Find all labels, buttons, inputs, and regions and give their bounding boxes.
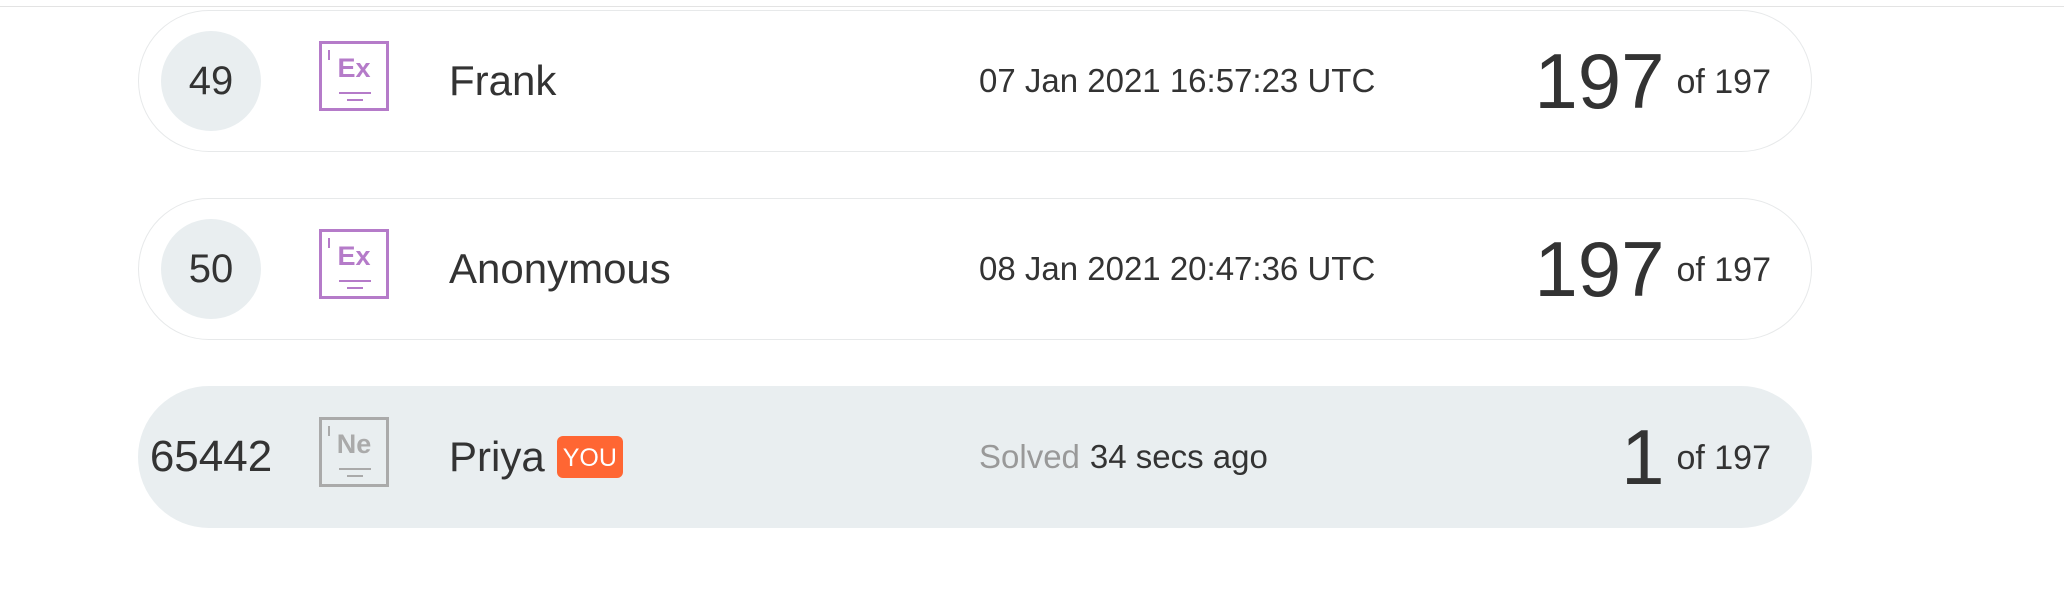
solved-time-text: 34 secs ago bbox=[1089, 438, 1268, 475]
solved-count: 1 bbox=[1621, 413, 1665, 501]
badge-line bbox=[347, 99, 363, 101]
solved-time-text: 07 Jan 2021 16:57:23 UTC bbox=[979, 62, 1376, 99]
rank-number: 49 bbox=[161, 31, 261, 131]
you-badge: YOU bbox=[556, 436, 623, 478]
solved-time: 07 Jan 2021 16:57:23 UTC bbox=[979, 11, 1375, 151]
rank-number: 50 bbox=[161, 219, 261, 319]
badge-line bbox=[339, 468, 371, 470]
score: 197 of 197 bbox=[1534, 199, 1771, 339]
user-name-text[interactable]: Anonymous bbox=[449, 245, 671, 293]
badge-line bbox=[347, 475, 363, 477]
user-name[interactable]: Anonymous bbox=[449, 199, 671, 339]
leaderboard-row[interactable]: 50 Ex Anonymous 08 Jan 2021 20:47:36 UTC… bbox=[138, 198, 1812, 340]
leaderboard-row[interactable]: 49 Ex Frank 07 Jan 2021 16:57:23 UTC 197… bbox=[138, 10, 1812, 152]
current-user-row[interactable]: 65442 Ne Priya YOU Solved 34 secs ago 1 … bbox=[138, 386, 1812, 528]
total-count: of 197 bbox=[1676, 438, 1771, 477]
user-name-text[interactable]: Frank bbox=[449, 57, 556, 105]
user-name[interactable]: Priya YOU bbox=[449, 387, 623, 527]
leaderboard: 49 Ex Frank 07 Jan 2021 16:57:23 UTC 197… bbox=[138, 10, 1812, 574]
solved-time-text: 08 Jan 2021 20:47:36 UTC bbox=[979, 250, 1376, 287]
solved-label: Solved bbox=[979, 438, 1080, 475]
solved-count: 197 bbox=[1534, 225, 1665, 313]
solved-time: 08 Jan 2021 20:47:36 UTC bbox=[979, 199, 1375, 339]
level-badge-icon: Ex bbox=[319, 41, 389, 111]
badge-line bbox=[339, 92, 371, 94]
user-name[interactable]: Frank bbox=[449, 11, 556, 151]
badge-symbol: Ex bbox=[337, 241, 371, 271]
top-divider bbox=[0, 6, 2064, 7]
badge-line bbox=[347, 287, 363, 289]
total-count: of 197 bbox=[1676, 62, 1771, 101]
user-name-text[interactable]: Priya bbox=[449, 433, 545, 481]
badge-symbol: Ne bbox=[336, 429, 372, 459]
solved-count: 197 bbox=[1534, 37, 1665, 125]
score: 197 of 197 bbox=[1534, 11, 1771, 151]
score: 1 of 197 bbox=[1621, 387, 1771, 527]
rank-number: 65442 bbox=[149, 432, 273, 481]
total-count: of 197 bbox=[1676, 250, 1771, 289]
badge-line bbox=[339, 280, 371, 282]
badge-symbol: Ex bbox=[337, 53, 371, 83]
level-badge-icon: Ne bbox=[319, 417, 389, 487]
solved-time: Solved 34 secs ago bbox=[979, 387, 1268, 527]
level-badge-icon: Ex bbox=[319, 229, 389, 299]
